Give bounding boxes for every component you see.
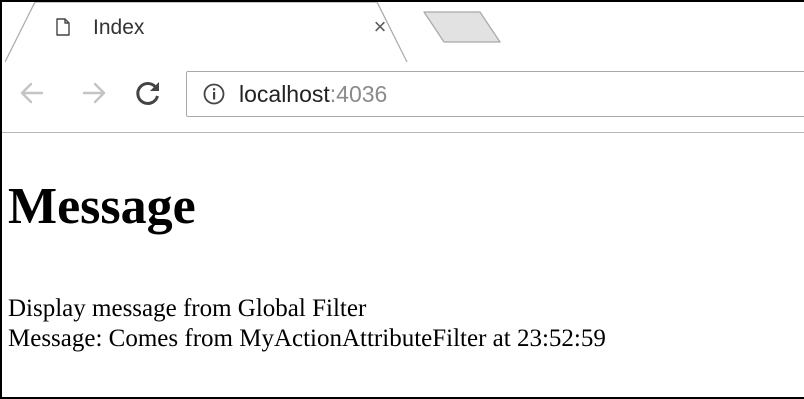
url-text: localhost:4036 (239, 80, 387, 108)
reload-button[interactable] (132, 76, 164, 110)
tab-strip: Index × (2, 2, 804, 62)
tab-title: Index (93, 16, 145, 39)
forward-button[interactable] (78, 76, 110, 110)
reload-icon (136, 81, 159, 105)
url-port: :4036 (329, 81, 388, 107)
back-button[interactable] (16, 76, 48, 110)
browser-window: Index × localhost:4036 Message Display m… (0, 0, 804, 399)
document-icon (56, 18, 70, 36)
info-icon[interactable] (203, 83, 225, 105)
close-tab-icon[interactable]: × (369, 14, 391, 40)
address-bar[interactable]: localhost:4036 (186, 71, 804, 117)
url-host: localhost (239, 81, 330, 107)
global-filter-message: Display message from Global Filter (8, 295, 367, 322)
page-content: Message Display message from Global Filt… (2, 133, 804, 397)
new-tab-button[interactable] (422, 10, 502, 44)
arrow-right-icon (82, 82, 106, 104)
tab-index[interactable]: Index × (5, 2, 415, 62)
page-heading: Message (8, 178, 196, 235)
new-tab-icon (423, 11, 501, 43)
action-filter-message: Message: Comes from MyActionAttributeFil… (8, 325, 606, 352)
arrow-left-icon (20, 82, 44, 104)
browser-toolbar: localhost:4036 (2, 62, 804, 133)
